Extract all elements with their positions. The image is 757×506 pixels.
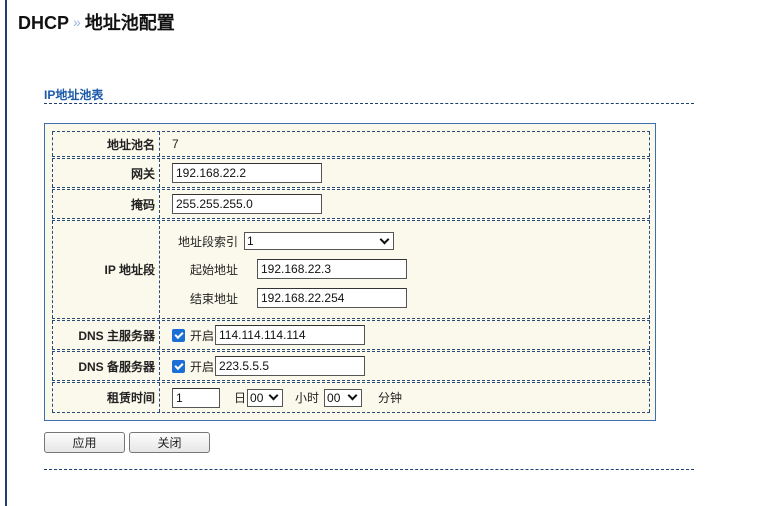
- mask-label: 掩码: [52, 190, 160, 218]
- chevron-down-icon: [347, 390, 358, 401]
- section-divider-top: [44, 103, 694, 104]
- start-address-label: 起始地址: [189, 262, 238, 277]
- apply-button[interactable]: 应用: [44, 432, 125, 453]
- gateway-label: 网关: [52, 159, 160, 187]
- dns-secondary-label: DNS 备服务器: [52, 352, 160, 380]
- start-address-input[interactable]: [257, 259, 407, 279]
- range-index-select[interactable]: 1: [244, 232, 394, 250]
- breadcrumb-current: 地址池配置: [84, 13, 175, 33]
- end-address-input[interactable]: [257, 288, 407, 308]
- breadcrumb-separator-icon: »: [73, 14, 81, 30]
- dns-primary-checkbox[interactable]: [172, 328, 185, 342]
- lease-hours-unit: 小时: [295, 391, 320, 405]
- ip-range-index-row: 地址段索引 1: [172, 230, 412, 252]
- pool-name-label: 地址池名: [52, 132, 160, 156]
- lease-minutes-value: 00: [327, 390, 341, 405]
- page-title: DHCP» 地址池配置: [18, 9, 175, 35]
- ip-range-start-row: 起始地址: [172, 258, 412, 280]
- dns-primary-label: DNS 主服务器: [52, 321, 160, 349]
- ip-range-label: IP 地址段: [52, 221, 160, 318]
- row-lease-time: 租赁时间 日 00 小时 00 分钟: [52, 382, 650, 413]
- dns-primary-input[interactable]: [215, 325, 366, 345]
- dns-secondary-checkbox[interactable]: [172, 359, 185, 373]
- row-pool-name: 地址池名 7: [52, 131, 650, 157]
- chevron-down-icon: [268, 390, 279, 401]
- row-mask: 掩码: [52, 189, 650, 219]
- lease-hours-value: 00: [250, 390, 264, 405]
- row-dns-secondary: DNS 备服务器 开启: [52, 351, 650, 381]
- breadcrumb-root: DHCP: [18, 13, 70, 33]
- row-gateway: 网关: [52, 158, 650, 188]
- pool-name-value: 7: [172, 137, 179, 151]
- end-address-label: 结束地址: [189, 291, 238, 306]
- chevron-down-icon: [379, 234, 390, 244]
- dns-primary-enable-label: 开启: [190, 328, 215, 343]
- dns-secondary-enable-label: 开启: [190, 359, 215, 374]
- lease-minutes-select[interactable]: 00: [324, 388, 363, 407]
- section-divider-bottom: [44, 469, 694, 470]
- mask-input[interactable]: [172, 194, 322, 214]
- lease-time-label: 租赁时间: [52, 383, 160, 412]
- ip-range-end-row: 结束地址: [172, 287, 412, 309]
- row-dns-primary: DNS 主服务器 开启: [52, 320, 650, 350]
- gateway-input[interactable]: [172, 163, 322, 183]
- section-title: IP地址池表: [44, 88, 104, 102]
- lease-hours-select[interactable]: 00: [247, 388, 284, 407]
- range-index-label: 地址段索引: [177, 234, 238, 249]
- lease-days-unit: 日: [234, 391, 247, 405]
- row-ip-range: IP 地址段 地址段索引 1 起始地址 结束地址: [52, 220, 650, 319]
- close-button[interactable]: 关闭: [129, 432, 210, 453]
- range-index-value: 1: [247, 234, 254, 248]
- pool-form-panel: 地址池名 7 网关 掩码 IP 地址段 地址段索引 1 起始地址: [44, 123, 656, 421]
- dns-secondary-input[interactable]: [215, 356, 366, 376]
- left-frame-rule: [5, 0, 7, 506]
- lease-days-input[interactable]: [172, 387, 220, 408]
- lease-minutes-unit: 分钟: [378, 391, 403, 405]
